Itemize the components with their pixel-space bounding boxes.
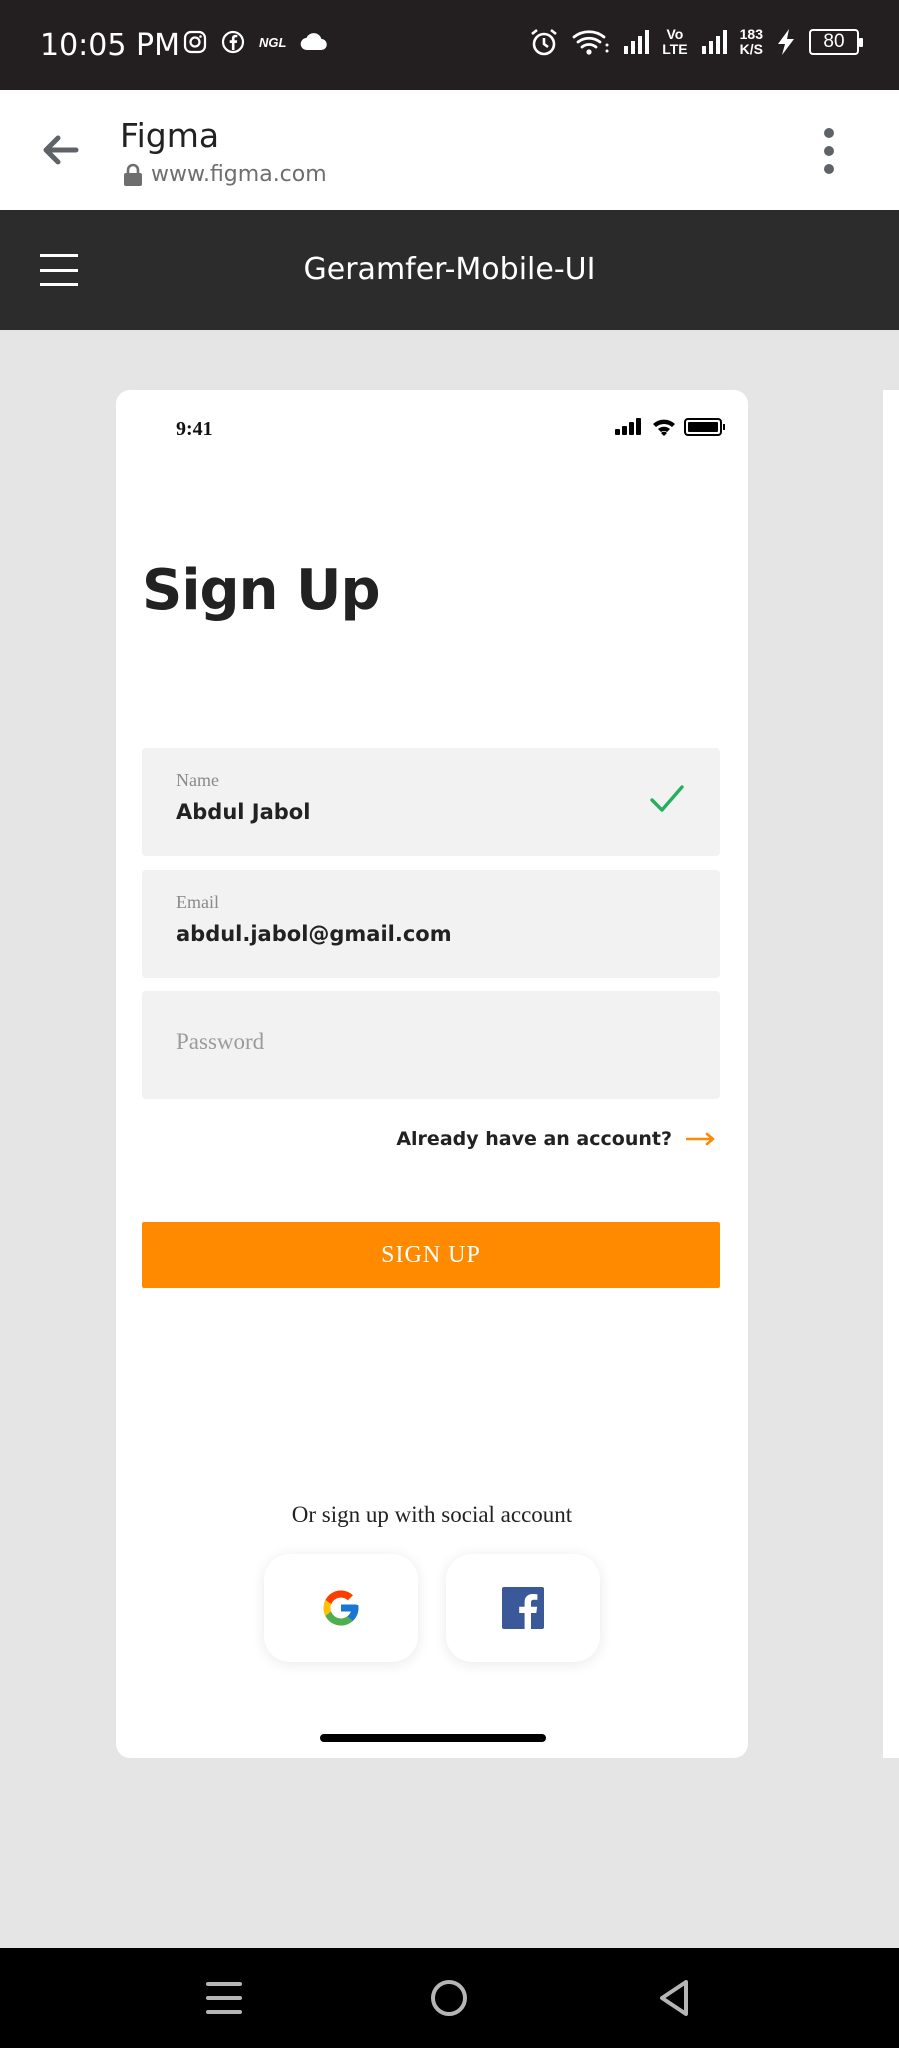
google-signup-button[interactable] [264,1554,418,1662]
android-status-bar: 10:05 PM NGL Vo LTE 183 K/S 80 [0,0,899,90]
name-value: Abdul Jabol [176,800,311,824]
password-placeholder: Password [176,1029,265,1054]
social-caption: Or sign up with social account [291,1502,573,1527]
status-time: 10:05 PM [40,28,180,63]
email-field[interactable]: Email abdul.jabol@gmail.com [142,870,720,978]
name-label: Name [176,770,219,790]
sign-up-button[interactable]: SIGN UP [142,1222,720,1288]
more-options-icon[interactable] [819,128,839,174]
already-account-text: Already have an account? [396,1128,672,1150]
url-bar[interactable]: www.figma.com [123,162,327,187]
signal-icon-2 [701,30,727,54]
wifi-icon [572,30,609,55]
instagram-icon [183,30,207,54]
home-icon[interactable] [423,1972,475,2024]
notification-icons: NGL [183,30,328,54]
checkmark-icon [650,785,684,812]
phone-frame: 9:41 Sign Up Name Abdul Jabol Email abdu… [116,390,748,1758]
name-field[interactable]: Name Abdul Jabol [142,748,720,856]
cellular-icon [615,418,641,435]
adjacent-frame [883,390,899,1758]
url-text: www.figma.com [151,162,327,187]
browser-title: Figma [120,116,220,155]
figma-toolbar: Geramfer-Mobile-UI [0,210,899,330]
recent-apps-icon[interactable] [198,1972,250,2024]
system-icons: Vo LTE 183 K/S 80 [528,26,863,58]
arrow-right-icon [686,1132,715,1146]
file-name: Geramfer-Mobile-UI [303,252,596,287]
back-arrow-icon[interactable] [36,126,84,174]
wifi-icon [653,419,675,436]
signal-icon [624,30,650,54]
page-title: Sign Up [142,558,381,623]
email-value: abdul.jabol@gmail.com [176,922,452,946]
facebook-icon [221,30,245,54]
volte-indicator: Vo LTE [662,26,688,57]
facebook-signup-button[interactable] [446,1554,600,1662]
already-have-account-link[interactable]: Already have an account? [396,1128,716,1150]
cloud-icon [301,33,328,51]
ngl-icon: NGL [259,34,287,50]
phone-status-time: 9:41 [176,418,213,440]
battery-indicator: 80 [809,29,863,55]
android-nav-bar [0,1948,899,2048]
phone-status-icons [614,418,725,436]
back-icon[interactable] [648,1972,700,2024]
charging-icon [778,29,794,55]
facebook-icon [502,1587,544,1629]
lock-icon [124,163,142,186]
password-field[interactable]: Password [142,991,720,1099]
browser-header: Figma www.figma.com [0,90,899,210]
email-label: Email [176,892,219,912]
battery-icon [684,418,725,436]
home-indicator [320,1734,546,1742]
alarm-icon [531,28,558,56]
google-icon [323,1590,359,1626]
network-speed: 183 K/S [739,26,763,57]
